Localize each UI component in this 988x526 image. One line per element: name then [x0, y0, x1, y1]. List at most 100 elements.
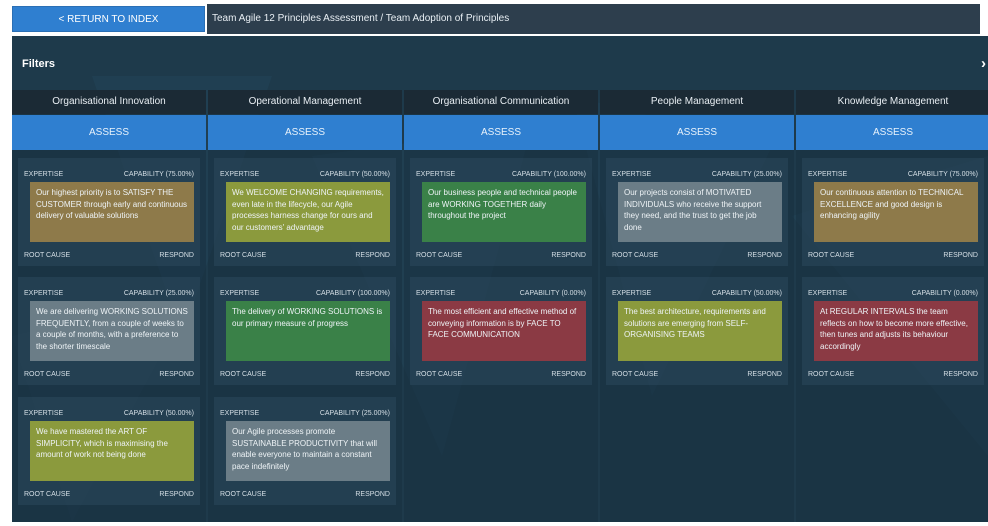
card-header-row: EXPERTISE CAPABILITY (100.00%)	[220, 290, 390, 297]
respond-link[interactable]: RESPOND	[551, 371, 586, 378]
filters-label: Filters	[22, 58, 56, 70]
card-header-row: EXPERTISE CAPABILITY (0.00%)	[808, 290, 978, 297]
card-header-row: EXPERTISE CAPABILITY (0.00%)	[416, 290, 586, 297]
respond-link[interactable]: RESPOND	[943, 252, 978, 259]
card-footer-row: ROOT CAUSE RESPOND	[808, 252, 978, 259]
principle-statement[interactable]: The delivery of WORKING SOLUTIONS is our…	[226, 301, 390, 361]
card-footer-row: ROOT CAUSE RESPOND	[808, 371, 978, 378]
root-cause-link[interactable]: ROOT CAUSE	[220, 491, 266, 498]
capability-label: CAPABILITY (50.00%)	[319, 171, 390, 178]
expertise-label: EXPERTISE	[808, 171, 848, 178]
respond-link[interactable]: RESPOND	[551, 252, 586, 259]
card-header-row: EXPERTISE CAPABILITY (100.00%)	[416, 171, 586, 178]
column-title: Operational Management	[208, 90, 402, 114]
capability-label: CAPABILITY (0.00%)	[519, 290, 586, 297]
assess-button[interactable]: ASSESS	[796, 115, 988, 150]
principle-statement[interactable]: We are delivering WORKING SOLUTIONS FREQ…	[30, 301, 194, 361]
column-title: Knowledge Management	[796, 90, 988, 114]
card-footer-row: ROOT CAUSE RESPOND	[24, 491, 194, 498]
assessment-board: Filters › Organisational Innovation ASSES…	[12, 36, 988, 522]
respond-link[interactable]: RESPOND	[159, 491, 194, 498]
expertise-label: EXPERTISE	[416, 171, 456, 178]
respond-link[interactable]: RESPOND	[159, 252, 194, 259]
capability-label: CAPABILITY (75.00%)	[907, 171, 978, 178]
expertise-label: EXPERTISE	[808, 290, 848, 297]
principle-column: People Management ASSESS EXPERTISE CAPABILI…	[600, 90, 794, 522]
respond-link[interactable]: RESPOND	[355, 371, 390, 378]
root-cause-link[interactable]: ROOT CAUSE	[24, 491, 70, 498]
principle-statement[interactable]: Our business people and technical people…	[422, 182, 586, 242]
card-footer-row: ROOT CAUSE RESPOND	[220, 491, 390, 498]
column-title: Organisational Innovation	[12, 90, 206, 114]
chevron-right-icon[interactable]: ›	[981, 55, 986, 72]
principle-statement[interactable]: At REGULAR INTERVALS the team reflects o…	[814, 301, 978, 361]
principle-statement[interactable]: We have mastered the ART OF SIMPLICITY, …	[30, 421, 194, 481]
principle-card: EXPERTISE CAPABILITY (25.00%) We are deliv…	[18, 277, 200, 385]
expertise-label: EXPERTISE	[416, 290, 456, 297]
principle-column: Operational Management ASSESS EXPERTISE CAP…	[208, 90, 402, 522]
respond-link[interactable]: RESPOND	[159, 371, 194, 378]
capability-label: CAPABILITY (100.00%)	[315, 290, 390, 297]
principle-statement[interactable]: Our highest priority is to SATISFY THE C…	[30, 182, 194, 242]
principle-statement[interactable]: The best architecture, requirements and …	[618, 301, 782, 361]
card-header-row: EXPERTISE CAPABILITY (25.00%)	[220, 410, 390, 417]
expertise-label: EXPERTISE	[24, 171, 64, 178]
breadcrumb: Team Agile 12 Principles Assessment / Te…	[207, 4, 980, 34]
capability-label: CAPABILITY (0.00%)	[911, 290, 978, 297]
assess-button[interactable]: ASSESS	[600, 115, 794, 150]
capability-label: CAPABILITY (25.00%)	[711, 171, 782, 178]
assess-button[interactable]: ASSESS	[404, 115, 598, 150]
column-title: People Management	[600, 90, 794, 114]
card-header-row: EXPERTISE CAPABILITY (25.00%)	[24, 290, 194, 297]
root-cause-link[interactable]: ROOT CAUSE	[24, 252, 70, 259]
capability-label: CAPABILITY (25.00%)	[123, 290, 194, 297]
principle-card: EXPERTISE CAPABILITY (50.00%) We WELCOME C…	[214, 158, 396, 266]
principle-statement[interactable]: Our Agile processes promote SUSTAINABLE …	[226, 421, 390, 481]
principle-card: EXPERTISE CAPABILITY (100.00%) Our busines…	[410, 158, 592, 266]
root-cause-link[interactable]: ROOT CAUSE	[612, 252, 658, 259]
return-to-index-button[interactable]: < RETURN TO INDEX	[12, 6, 205, 32]
expertise-label: EXPERTISE	[24, 410, 64, 417]
assess-button[interactable]: ASSESS	[12, 115, 206, 150]
respond-link[interactable]: RESPOND	[747, 252, 782, 259]
principle-card: EXPERTISE CAPABILITY (50.00%) The best arc…	[606, 277, 788, 385]
card-footer-row: ROOT CAUSE RESPOND	[220, 252, 390, 259]
root-cause-link[interactable]: ROOT CAUSE	[24, 371, 70, 378]
card-header-row: EXPERTISE CAPABILITY (25.00%)	[612, 171, 782, 178]
card-footer-row: ROOT CAUSE RESPOND	[612, 371, 782, 378]
respond-link[interactable]: RESPOND	[747, 371, 782, 378]
principle-statement[interactable]: The most efficient and effective method …	[422, 301, 586, 361]
expertise-label: EXPERTISE	[24, 290, 64, 297]
card-header-row: EXPERTISE CAPABILITY (50.00%)	[24, 410, 194, 417]
principle-card: EXPERTISE CAPABILITY (75.00%) Our continuo…	[802, 158, 984, 266]
principle-statement[interactable]: Our continuous attention to TECHNICAL EX…	[814, 182, 978, 242]
card-footer-row: ROOT CAUSE RESPOND	[24, 371, 194, 378]
respond-link[interactable]: RESPOND	[355, 491, 390, 498]
expertise-label: EXPERTISE	[220, 410, 260, 417]
principle-card: EXPERTISE CAPABILITY (0.00%) The most effi…	[410, 277, 592, 385]
respond-link[interactable]: RESPOND	[943, 371, 978, 378]
assess-button[interactable]: ASSESS	[208, 115, 402, 150]
root-cause-link[interactable]: ROOT CAUSE	[612, 371, 658, 378]
capability-label: CAPABILITY (50.00%)	[711, 290, 782, 297]
filters-bar[interactable]: Filters ›	[12, 36, 988, 90]
principle-column: Knowledge Management ASSESS EXPERTISE CAPAB…	[796, 90, 988, 522]
root-cause-link[interactable]: ROOT CAUSE	[220, 371, 266, 378]
respond-link[interactable]: RESPOND	[355, 252, 390, 259]
principle-card: EXPERTISE CAPABILITY (100.00%) The deliver…	[214, 277, 396, 385]
root-cause-link[interactable]: ROOT CAUSE	[220, 252, 266, 259]
principle-statement[interactable]: We WELCOME CHANGING requirements, even l…	[226, 182, 390, 242]
expertise-label: EXPERTISE	[220, 171, 260, 178]
card-footer-row: ROOT CAUSE RESPOND	[24, 252, 194, 259]
root-cause-link[interactable]: ROOT CAUSE	[416, 252, 462, 259]
root-cause-link[interactable]: ROOT CAUSE	[808, 252, 854, 259]
root-cause-link[interactable]: ROOT CAUSE	[416, 371, 462, 378]
capability-label: CAPABILITY (75.00%)	[123, 171, 194, 178]
card-header-row: EXPERTISE CAPABILITY (75.00%)	[808, 171, 978, 178]
principle-card: EXPERTISE CAPABILITY (75.00%) Our highest …	[18, 158, 200, 266]
column-title: Organisational Communication	[404, 90, 598, 114]
root-cause-link[interactable]: ROOT CAUSE	[808, 371, 854, 378]
principle-card: EXPERTISE CAPABILITY (25.00%) Our Agile pr…	[214, 397, 396, 505]
top-bar: < RETURN TO INDEX Team Agile 12 Principl…	[0, 0, 988, 36]
principle-statement[interactable]: Our projects consist of MOTIVATED INDIVI…	[618, 182, 782, 242]
